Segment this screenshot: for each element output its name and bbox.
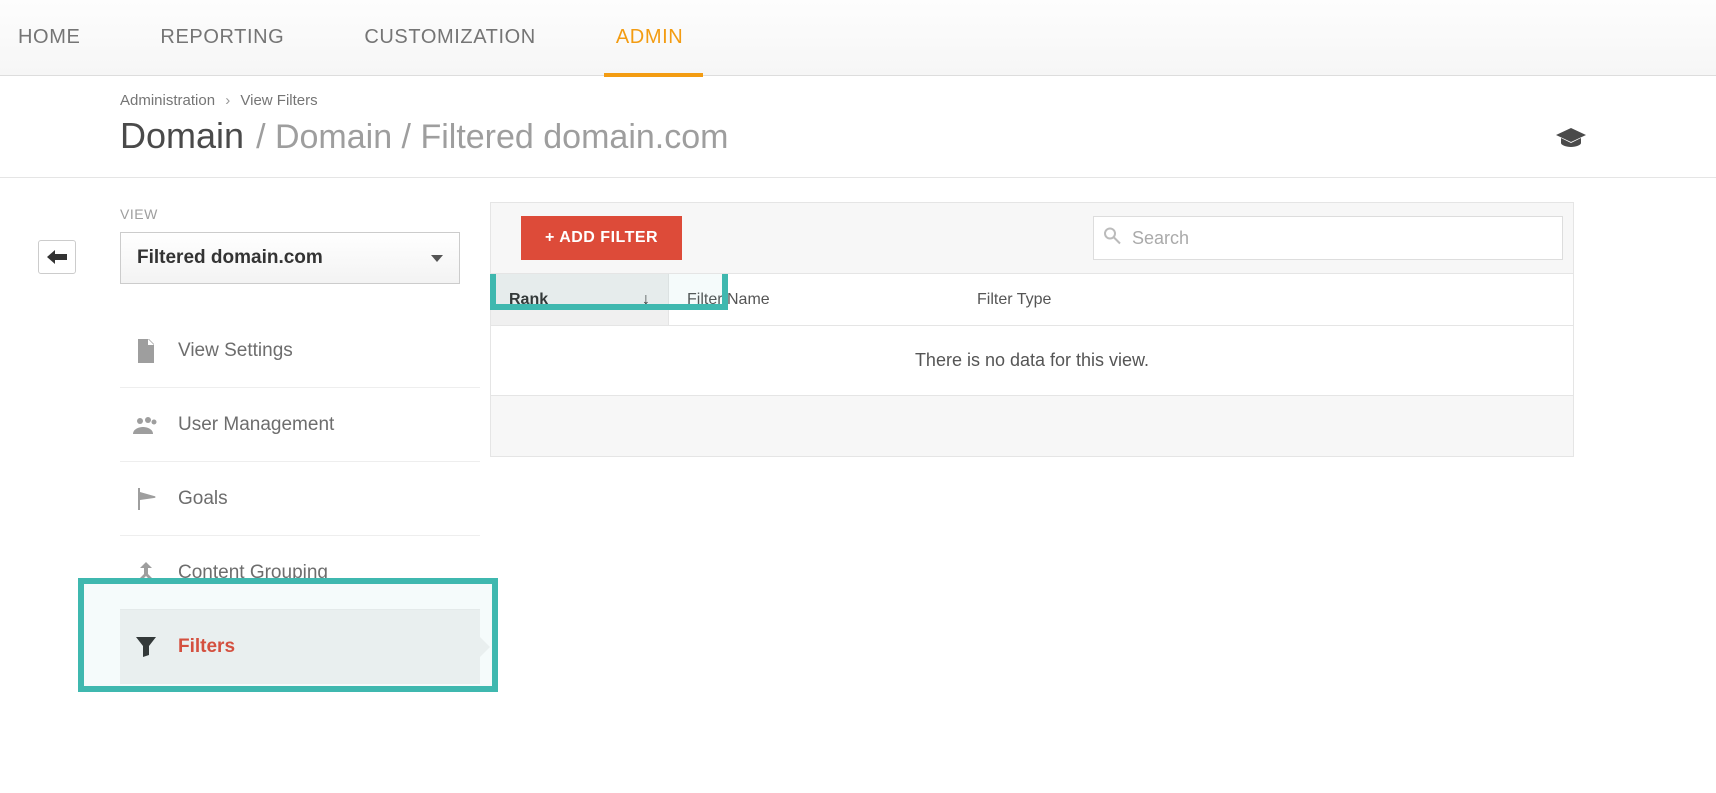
column-type-label: Filter Type (977, 291, 1051, 309)
breadcrumb-item[interactable]: Administration (120, 92, 215, 109)
content: + ADD FILTER Rank ↓ Filter Name (480, 178, 1716, 684)
table-empty-message: There is no data for this view. (491, 326, 1573, 396)
sidebar-item-user-management[interactable]: User Management (120, 388, 480, 462)
view-selector-value: Filtered domain.com (137, 247, 323, 269)
filters-toolbar: + ADD FILTER (490, 202, 1574, 274)
main-area: VIEW Filtered domain.com View Settings U… (0, 178, 1716, 684)
column-name-label: Filter Name (687, 291, 770, 309)
sidebar-item-goals[interactable]: Goals (120, 462, 480, 536)
sidebar-item-label: Filters (178, 636, 235, 658)
sidebar-item-label: Content Grouping (178, 562, 328, 584)
sidebar: VIEW Filtered domain.com View Settings U… (0, 178, 480, 684)
nav-customization[interactable]: CUSTOMIZATION (364, 0, 586, 76)
nav-admin[interactable]: ADMIN (616, 0, 733, 76)
sidebar-menu: View Settings User Management Goals Cont… (120, 314, 480, 684)
caret-down-icon (431, 255, 443, 262)
back-button[interactable] (38, 240, 76, 274)
view-selector[interactable]: Filtered domain.com (120, 232, 460, 284)
page-header: Administration › View Filters Domain / D… (0, 76, 1716, 178)
table-footer (491, 396, 1573, 456)
sidebar-item-view-settings[interactable]: View Settings (120, 314, 480, 388)
breadcrumb-item[interactable]: View Filters (240, 92, 317, 109)
page-title-path: / Domain / Filtered domain.com (256, 118, 728, 157)
breadcrumb-separator: › (225, 92, 230, 109)
page-title: Domain (120, 115, 244, 157)
search-icon (1103, 227, 1121, 250)
top-nav: HOME REPORTING CUSTOMIZATION ADMIN (0, 0, 1716, 76)
sidebar-item-label: Goals (178, 488, 228, 510)
filters-table: Rank ↓ Filter Name Filter Type There is … (490, 274, 1574, 457)
sidebar-section-label: VIEW (120, 206, 480, 222)
users-icon (128, 416, 164, 434)
flag-icon (128, 488, 164, 510)
merge-icon (128, 562, 164, 584)
sidebar-item-content-grouping[interactable]: Content Grouping (120, 536, 480, 610)
sidebar-item-label: View Settings (178, 340, 293, 362)
add-filter-button[interactable]: + ADD FILTER (521, 216, 682, 260)
column-filter-name[interactable]: Filter Name (669, 274, 959, 325)
breadcrumb: Administration › View Filters (120, 92, 1716, 109)
sort-down-icon: ↓ (642, 291, 650, 309)
page-title-row: Domain / Domain / Filtered domain.com (120, 115, 1716, 177)
nav-home[interactable]: HOME (18, 0, 130, 76)
search-input[interactable] (1093, 216, 1563, 260)
sidebar-item-filters[interactable]: Filters (120, 610, 480, 684)
file-icon (128, 339, 164, 363)
column-filter-type[interactable]: Filter Type (959, 274, 1573, 325)
filter-icon (128, 637, 164, 657)
education-icon[interactable] (1556, 128, 1586, 155)
column-rank-label: Rank (509, 291, 548, 309)
table-header: Rank ↓ Filter Name Filter Type (491, 274, 1573, 326)
column-rank[interactable]: Rank ↓ (491, 274, 669, 325)
search-wrap (1093, 216, 1563, 260)
nav-reporting[interactable]: REPORTING (160, 0, 334, 76)
sidebar-item-label: User Management (178, 414, 334, 436)
